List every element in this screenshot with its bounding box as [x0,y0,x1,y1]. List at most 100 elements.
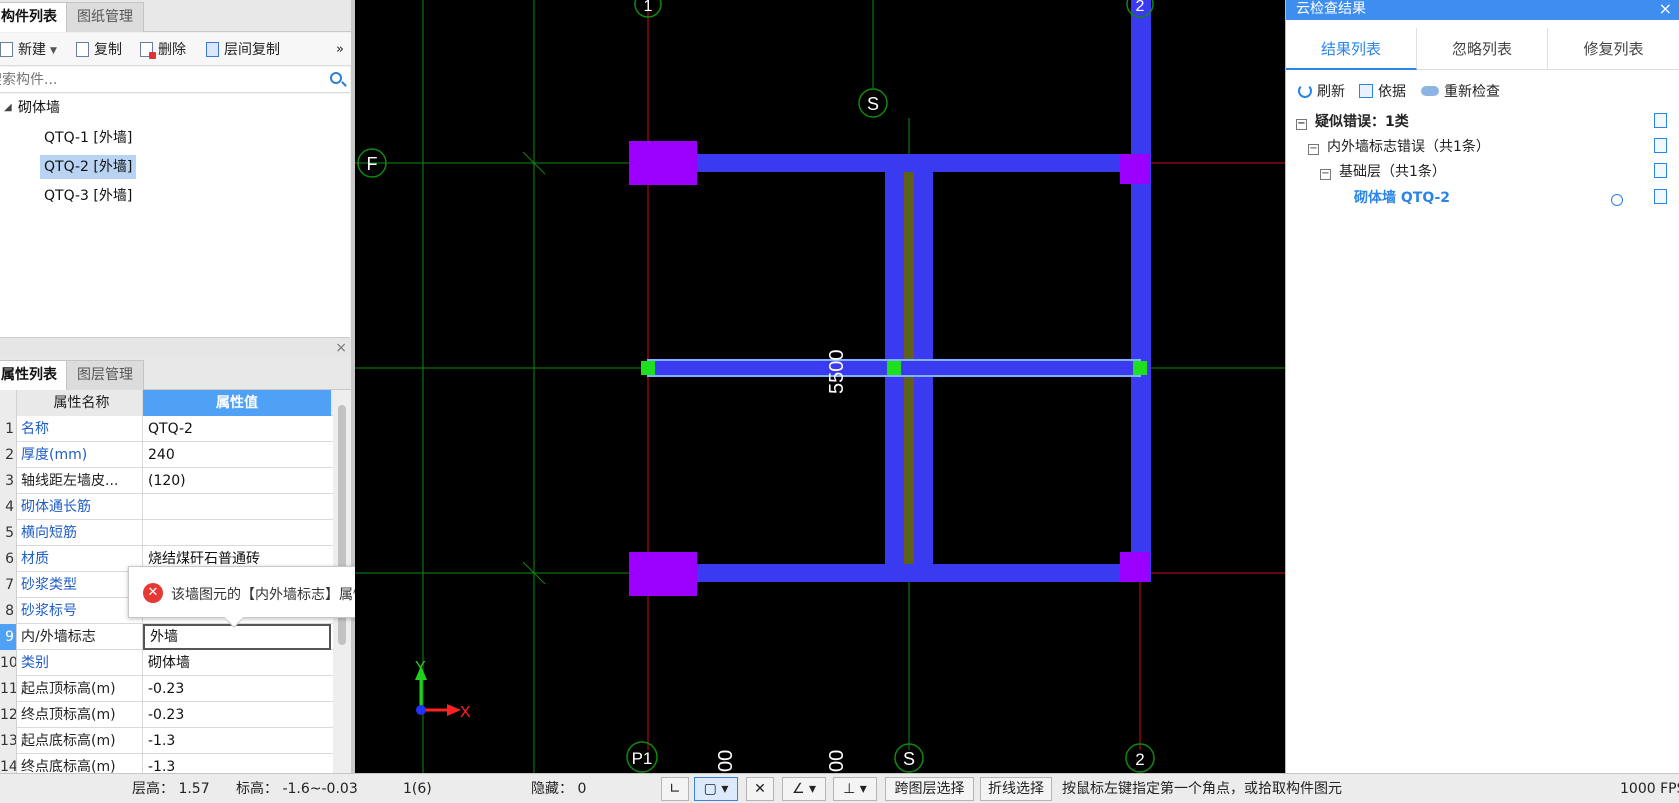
drawing-canvas[interactable]: 1 2 S F P1 S 2 5500 00 00 Y X [355,0,1285,773]
delete-button[interactable]: 删除 [140,39,186,61]
row-number: 5 [0,520,17,546]
locate-icon[interactable] [1611,194,1623,206]
tab-fix-list[interactable]: 修复列表 [1548,28,1679,70]
tree-item-qtq-2[interactable]: QTQ-2 [外墙] [40,155,137,179]
recheck-button[interactable]: 重新检查 [1421,80,1500,104]
close-icon[interactable]: × [1659,0,1672,18]
tree-item-masonry-wall-qtq-2[interactable]: 砌体墙 QTQ-2 [1354,186,1450,210]
property-value[interactable]: QTQ-2 [143,416,331,442]
tab-property-list[interactable]: 属性列表 [0,360,68,390]
property-tabbar: 属性列表 图层管理 [0,358,355,390]
tree-node-wall-flag-error[interactable]: − 内外墙标志错误（共1条） [1308,135,1490,159]
left-panel: 构件列表 图纸管理 新建▼ 复制 删除 层间复制 » ◢ 砌体墙 QTQ-1 [… [0,0,355,773]
property-name: 终点底标高(m) [17,754,143,773]
row-number-header [0,390,17,416]
row-number: 9 [0,624,17,650]
property-row[interactable]: 13 起点底标高(m) -1.3 [0,728,333,754]
property-row[interactable]: 12 终点顶标高(m) -0.23 [0,702,333,728]
tree-node-suspected-errors[interactable]: − 疑似错误：1类 [1296,110,1409,134]
hidden-count: 隐藏： 0 [531,781,587,797]
property-name: 类别 [17,650,143,676]
collapse-icon[interactable]: − [1320,169,1331,180]
error-icon: ✕ [143,583,163,603]
floor-copy-button[interactable]: 层间复制 [206,39,280,61]
row-number: 14 [0,754,17,773]
property-row[interactable]: 3 轴线距左墙皮... (120) [0,468,333,494]
document-icon[interactable] [1654,138,1667,153]
new-button[interactable]: 新建 ▼ [0,39,57,61]
basis-button[interactable]: 依据 [1359,80,1406,104]
collapse-icon[interactable]: − [1296,119,1307,130]
wall-top[interactable] [685,154,1151,172]
cross-icon[interactable]: ✕ [746,777,774,801]
document-icon[interactable] [1654,113,1667,128]
property-row[interactable]: 2 厚度(mm) 240 [0,442,333,468]
tab-ignore-list[interactable]: 忽略列表 [1417,28,1548,70]
grip-point[interactable] [641,361,655,375]
tree-collapse-icon[interactable]: ◢ [4,102,12,113]
property-row[interactable]: 10 类别 砌体墙 [0,650,333,676]
property-value[interactable]: -1.3 [143,728,331,754]
property-value[interactable]: -1.3 [143,754,331,773]
property-value[interactable] [143,520,331,546]
cross-layer-select-button[interactable]: 跨图层选择 [885,777,974,801]
collapse-icon[interactable]: − [1308,144,1319,155]
refresh-button[interactable]: 刷新 [1298,80,1345,104]
floor-height: 层高： 1.57 [132,781,210,797]
column[interactable] [629,141,697,185]
property-value-editor[interactable]: 外墙 [143,624,331,650]
dimension-icon[interactable]: ⊥ ▾ [833,777,877,801]
property-value[interactable]: 砌体墙 [143,650,331,676]
property-row[interactable]: 5 横向短筋 [0,520,333,546]
property-row-selected[interactable]: 9 内/外墙标志 外墙 [0,624,333,650]
column[interactable] [1120,552,1150,582]
search-icon[interactable] [330,72,342,84]
chevron-down-icon[interactable]: ▼ [50,40,57,62]
document-icon[interactable] [1654,163,1667,178]
column[interactable] [629,552,697,596]
component-search [0,67,350,93]
more-tools-icon[interactable]: » [336,39,344,61]
tree-item-qtq-1[interactable]: QTQ-1 [外墙] [40,126,136,150]
panel-splitter[interactable]: × [0,338,355,360]
property-value[interactable] [143,494,331,520]
wall-bottom[interactable] [685,564,1151,582]
property-value[interactable]: -0.23 [143,676,331,702]
column[interactable] [1120,154,1150,184]
property-row[interactable]: 11 起点顶标高(m) -0.23 [0,676,333,702]
ucs-y-label: Y [415,659,426,676]
document-icon[interactable] [1654,189,1667,204]
property-value[interactable]: -0.23 [143,702,331,728]
select-mode-icon[interactable]: ▢ ▾ [694,777,738,801]
property-row[interactable]: 14 终点底标高(m) -1.3 [0,754,333,773]
property-row[interactable]: 1 名称 QTQ-2 [0,416,333,442]
grip-point[interactable] [1133,361,1147,375]
refresh-icon [1298,84,1312,98]
row-number: 6 [0,546,17,572]
property-value[interactable]: (120) [143,468,331,494]
row-number: 1 [0,416,17,442]
tab-component-list[interactable]: 构件列表 [0,2,68,32]
cad-drawing[interactable]: 1 2 S F P1 S 2 5500 00 00 Y X [355,0,1285,773]
property-name: 名称 [17,416,143,442]
orthogonal-icon[interactable]: ∟ [661,777,689,801]
tab-layer-management[interactable]: 图层管理 [66,360,144,390]
tree-item-qtq-3[interactable]: QTQ-3 [外墙] [40,184,136,208]
dimension-label: 00 [826,750,848,772]
tree-node-masonry-wall[interactable]: 砌体墙 [14,96,64,120]
axis-label-1: 1 [644,0,653,15]
grip-point[interactable] [887,361,901,375]
angle-icon[interactable]: ∠ ▾ [782,777,826,801]
property-value[interactable]: 240 [143,442,331,468]
wall-right[interactable] [1131,0,1151,582]
property-row[interactable]: 4 砌体通长筋 [0,494,333,520]
row-number: 3 [0,468,17,494]
tab-drawing-management[interactable]: 图纸管理 [66,2,144,32]
tree-node-foundation-floor[interactable]: − 基础层（共1条） [1320,160,1446,184]
tab-result-list[interactable]: 结果列表 [1286,28,1417,70]
property-name: 起点底标高(m) [17,728,143,754]
polyline-select-button[interactable]: 折线选择 [980,777,1052,801]
copy-button[interactable]: 复制 [76,39,122,61]
close-icon[interactable]: × [335,340,347,356]
search-input[interactable] [0,69,308,91]
